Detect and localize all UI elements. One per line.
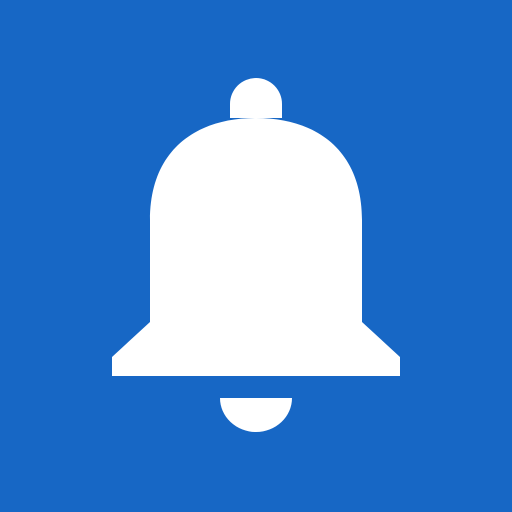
bell-icon-graphic — [0, 0, 512, 512]
notification-app-icon — [0, 0, 512, 512]
